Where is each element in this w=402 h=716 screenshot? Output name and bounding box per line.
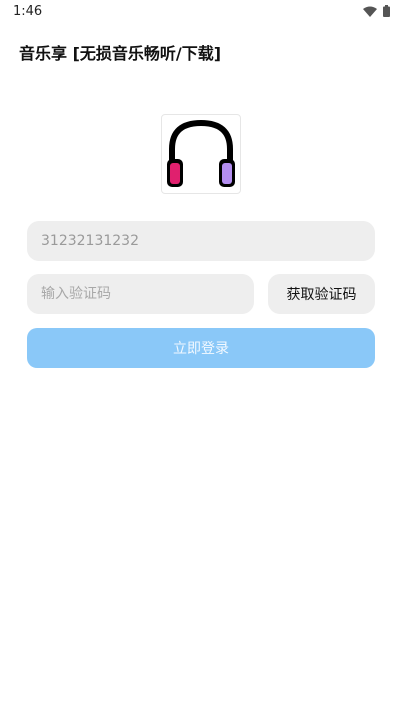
wifi-icon (363, 6, 377, 17)
verification-code-input[interactable] (27, 274, 254, 314)
app-title: 音乐享 [无损音乐畅听/下载] (19, 44, 222, 63)
get-code-button[interactable]: 获取验证码 (268, 274, 375, 314)
status-bar: 1:46 (0, 0, 402, 24)
phone-input[interactable] (27, 221, 375, 261)
app-logo (161, 114, 241, 194)
headphones-icon (167, 119, 235, 187)
status-icons (363, 5, 390, 17)
login-button[interactable]: 立即登录 (27, 328, 375, 368)
status-time: 1:46 (13, 4, 43, 19)
battery-icon (383, 5, 390, 17)
